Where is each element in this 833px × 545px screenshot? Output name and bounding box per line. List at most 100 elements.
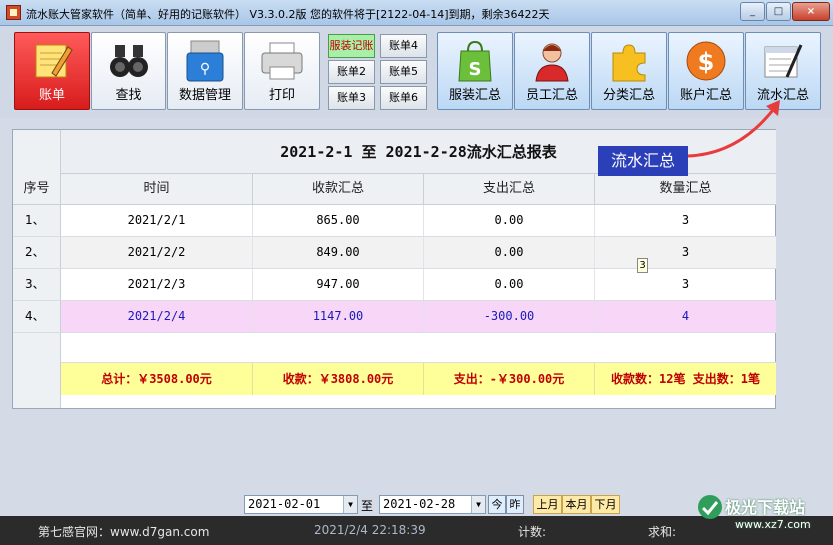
- start-date-picker[interactable]: 2021-02-01 ▼: [244, 495, 358, 514]
- tool-search[interactable]: 查找: [91, 32, 166, 110]
- tool-category-summary[interactable]: 分类汇总: [591, 32, 667, 110]
- summary-counts: 收款数：12笔 支出数：1笔: [595, 363, 776, 395]
- svg-text:⚲: ⚲: [200, 61, 210, 77]
- dollar-coin-icon: $: [686, 41, 726, 81]
- ledger-5-button[interactable]: 账单5: [380, 60, 427, 84]
- table-row[interactable]: 3、 2021/2/3 947.00 0.00 3: [13, 269, 776, 301]
- window-title: 流水账大管家软件（简单、好用的记账软件） V3.3.0.2版 您的软件将于[21…: [26, 8, 550, 21]
- summary-total: 总计：￥3508.00元: [61, 363, 253, 395]
- employee-icon: [535, 43, 569, 82]
- row-date: 2021/2/2: [61, 237, 253, 268]
- column-header-quantity: 数量汇总: [659, 181, 712, 196]
- printer-icon: [261, 42, 303, 80]
- status-site: 第七感官网：www.d7gan.com: [38, 525, 210, 539]
- summary-expense: 支出：-￥300.00元: [424, 363, 595, 395]
- svg-text:S: S: [469, 59, 482, 80]
- notepad-pencil-icon: [35, 44, 73, 78]
- end-date-picker[interactable]: 2021-02-28 ▼: [379, 495, 486, 514]
- tool-category-summary-label: 分类汇总: [602, 88, 655, 103]
- status-sum-label: 求和:: [648, 525, 677, 539]
- tool-clothing-summary[interactable]: S 服装汇总: [437, 32, 513, 110]
- column-header-expense: 支出汇总: [424, 174, 595, 204]
- watermark-icon: [698, 495, 722, 519]
- row-date: 2021/2/1: [61, 205, 253, 236]
- row-income: 1147.00: [253, 301, 424, 332]
- row-income: 865.00: [253, 205, 424, 236]
- next-month-button[interactable]: 下月: [591, 495, 620, 514]
- column-header-date: 时间: [61, 174, 253, 204]
- ledger-6-button[interactable]: 账单6: [380, 86, 427, 110]
- shopping-bag-icon: S: [458, 40, 492, 82]
- status-count-label: 计数:: [518, 525, 547, 539]
- table-row[interactable]: 2、 2021/2/2 849.00 0.00 3: [13, 237, 776, 269]
- summary-row: 总计：￥3508.00元 收款：￥3808.00元 支出：-￥300.00元 收…: [13, 363, 776, 395]
- table-row-empty[interactable]: [13, 333, 776, 363]
- row-index: 3、: [13, 269, 61, 300]
- watermark-logo: 极光下载站 www.xz7.com: [697, 488, 829, 542]
- usb-drive-icon: ⚲: [186, 40, 224, 82]
- tool-data-management-label: 数据管理: [178, 88, 231, 103]
- tool-employee-summary-label: 员工汇总: [525, 88, 578, 103]
- app-icon: [6, 5, 21, 20]
- row-expense: -300.00: [424, 301, 595, 332]
- row-quantity: 3: [681, 213, 690, 227]
- summary-income: 收款：￥3808.00元: [253, 363, 424, 395]
- table-row[interactable]: 1、 2021/2/1 865.00 0.00 3: [13, 205, 776, 237]
- column-header-index: 序号: [13, 174, 61, 204]
- tool-clothing-summary-label: 服装汇总: [448, 88, 501, 103]
- row-index-empty: [13, 333, 61, 363]
- binoculars-icon: [109, 45, 148, 77]
- row-index: 4、: [13, 301, 61, 332]
- status-datetime: 2021/2/4 22:18:39: [314, 523, 426, 537]
- row-income: 849.00: [253, 237, 424, 268]
- tool-search-label: 查找: [115, 88, 142, 103]
- chevron-down-icon[interactable]: ▼: [471, 496, 485, 513]
- last-month-button[interactable]: 上月: [533, 495, 562, 514]
- yesterday-button[interactable]: 昨: [506, 495, 524, 514]
- tool-employee-summary[interactable]: 员工汇总: [514, 32, 590, 110]
- start-date-value: 2021-02-01: [248, 497, 321, 511]
- ledger-4-button[interactable]: 账单4: [380, 34, 427, 58]
- row-expense: 0.00: [424, 237, 595, 268]
- tool-bill[interactable]: 账单: [14, 32, 90, 110]
- table-header-row: 序号 时间 收款汇总 支出汇总 数量汇总: [13, 174, 776, 205]
- tool-bill-label: 账单: [38, 88, 65, 103]
- end-date-value: 2021-02-28: [383, 497, 456, 511]
- title-bar: 流水账大管家软件（简单、好用的记账软件） V3.3.0.2版 您的软件将于[21…: [0, 0, 833, 26]
- chevron-down-icon[interactable]: ▼: [343, 496, 357, 513]
- report-pen-icon: [764, 44, 803, 78]
- tool-print[interactable]: 打印: [244, 32, 320, 110]
- svg-text:$: $: [698, 48, 715, 76]
- column-header-income: 收款汇总: [253, 174, 424, 204]
- cell-tooltip: 3: [637, 258, 648, 273]
- row-date: 2021/2/4: [61, 301, 253, 332]
- maximize-button[interactable]: □: [766, 2, 791, 21]
- row-quantity: 3: [681, 277, 690, 291]
- callout-arrow-icon: [687, 100, 780, 158]
- row-income: 947.00: [253, 269, 424, 300]
- table-row-selected[interactable]: 4、 2021/2/4 1147.00 -300.00 4: [13, 301, 776, 333]
- this-month-button[interactable]: 本月: [562, 495, 591, 514]
- row-index: 1、: [13, 205, 61, 236]
- watermark-url: www.xz7.com: [735, 518, 811, 531]
- callout-label: 流水汇总: [598, 146, 688, 176]
- watermark-text: 极光下载站: [725, 498, 806, 517]
- tool-data-management[interactable]: ⚲ 数据管理: [167, 32, 243, 110]
- ledger-2-button[interactable]: 账单2: [328, 60, 375, 84]
- minimize-button[interactable]: _: [740, 2, 765, 21]
- ledger-3-button[interactable]: 账单3: [328, 86, 375, 110]
- tool-print-label: 打印: [268, 88, 295, 103]
- row-index: 2、: [13, 237, 61, 268]
- row-expense: 0.00: [424, 269, 595, 300]
- row-quantity: 4: [681, 309, 690, 323]
- close-button[interactable]: ×: [792, 2, 830, 21]
- date-range-separator: 至: [361, 499, 374, 513]
- row-date: 2021/2/3: [61, 269, 253, 300]
- today-button[interactable]: 今: [488, 495, 506, 514]
- puzzle-piece-icon: [612, 44, 646, 82]
- row-quantity: 3: [681, 245, 690, 259]
- ledger-clothing-button[interactable]: 服装记账: [328, 34, 375, 58]
- summary-row-header: [13, 363, 61, 395]
- row-expense: 0.00: [424, 205, 595, 236]
- right-margin: [777, 129, 833, 414]
